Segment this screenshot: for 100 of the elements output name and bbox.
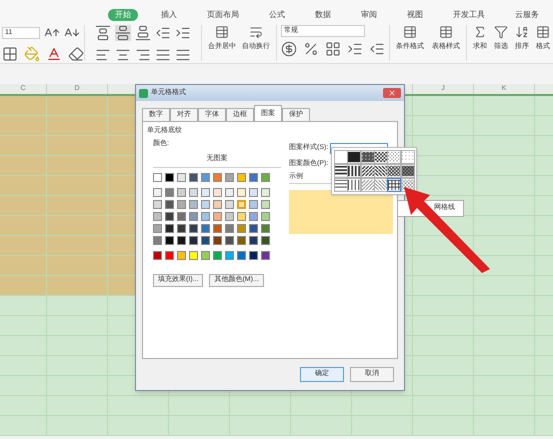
color-swatch[interactable]: [213, 251, 222, 260]
color-swatch[interactable]: [153, 200, 162, 209]
color-swatch[interactable]: [165, 236, 174, 245]
pattern-swatch[interactable]: [388, 165, 400, 177]
color-swatch[interactable]: [189, 173, 198, 182]
color-swatch[interactable]: [189, 212, 198, 221]
pattern-swatch[interactable]: [402, 179, 414, 191]
sort-icon[interactable]: [515, 25, 529, 39]
format-icon[interactable]: [536, 25, 550, 39]
ribbon-tab[interactable]: 审阅: [354, 8, 384, 20]
color-swatch[interactable]: [261, 251, 270, 260]
color-swatch[interactable]: [177, 251, 186, 260]
font-color-icon[interactable]: [46, 46, 62, 62]
color-swatch[interactable]: [177, 212, 186, 221]
color-swatch[interactable]: [237, 251, 246, 260]
pattern-swatch[interactable]: [402, 151, 414, 163]
color-swatch[interactable]: [177, 224, 186, 233]
pattern-swatch[interactable]: [374, 151, 387, 163]
fill-color-icon[interactable]: [24, 46, 40, 62]
table-style-icon[interactable]: [439, 25, 453, 39]
color-swatch[interactable]: [237, 212, 246, 221]
color-swatch[interactable]: [165, 212, 174, 221]
pattern-swatch[interactable]: [348, 179, 360, 191]
color-swatch[interactable]: [201, 188, 210, 197]
wrap-text-icon[interactable]: [249, 25, 263, 39]
indent-decrease-icon[interactable]: [155, 25, 171, 41]
color-swatch[interactable]: [225, 200, 234, 209]
color-swatch[interactable]: [261, 236, 270, 245]
color-swatch[interactable]: [165, 224, 174, 233]
color-swatch[interactable]: [261, 224, 270, 233]
color-swatch[interactable]: [213, 236, 222, 245]
ribbon-tab[interactable]: 公式: [262, 8, 292, 20]
color-swatch[interactable]: [213, 173, 222, 182]
color-swatch[interactable]: [249, 200, 258, 209]
indent-increase-icon[interactable]: [175, 25, 191, 41]
color-swatch[interactable]: [153, 224, 162, 233]
ribbon-tab[interactable]: 插入: [154, 8, 184, 20]
color-swatch[interactable]: [153, 173, 162, 182]
color-swatch[interactable]: [261, 173, 270, 182]
color-swatch[interactable]: [225, 224, 234, 233]
color-swatch[interactable]: [213, 212, 222, 221]
color-swatch[interactable]: [225, 236, 234, 245]
currency-icon[interactable]: [281, 41, 297, 57]
justify-icon[interactable]: [155, 47, 171, 63]
color-swatch[interactable]: [165, 200, 174, 209]
color-swatch[interactable]: [261, 212, 270, 221]
color-swatch[interactable]: [249, 188, 258, 197]
color-swatch[interactable]: [201, 251, 210, 260]
color-swatch[interactable]: [201, 224, 210, 233]
sum-icon[interactable]: [473, 25, 487, 39]
pattern-swatch[interactable]: [362, 151, 374, 163]
ribbon-tab[interactable]: 开发工具: [446, 8, 492, 20]
color-swatch[interactable]: [189, 236, 198, 245]
pattern-swatch[interactable]: [374, 165, 387, 177]
ribbon-tab[interactable]: 云服务: [508, 8, 546, 20]
color-swatch[interactable]: [153, 212, 162, 221]
color-swatch[interactable]: [261, 188, 270, 197]
pattern-swatch[interactable]: [402, 165, 414, 177]
color-swatch[interactable]: [249, 251, 258, 260]
color-swatch[interactable]: [249, 224, 258, 233]
align-right-icon[interactable]: [135, 47, 151, 63]
pattern-swatch[interactable]: [388, 151, 400, 163]
color-swatch[interactable]: [249, 173, 258, 182]
color-swatch[interactable]: [249, 236, 258, 245]
color-swatch[interactable]: [177, 236, 186, 245]
color-swatch[interactable]: [177, 188, 186, 197]
color-swatch[interactable]: [213, 188, 222, 197]
pattern-swatch[interactable]: [335, 179, 347, 191]
eraser-icon[interactable]: [68, 46, 84, 62]
merge-cells-icon[interactable]: [215, 25, 229, 39]
color-swatch[interactable]: [249, 212, 258, 221]
color-swatch[interactable]: [189, 200, 198, 209]
pattern-swatch[interactable]: [335, 165, 347, 177]
color-swatch[interactable]: [189, 251, 198, 260]
border-icon[interactable]: [2, 46, 18, 62]
ribbon-tab[interactable]: 视图: [400, 8, 430, 20]
color-swatch[interactable]: [261, 200, 270, 209]
color-swatch[interactable]: [153, 251, 162, 260]
color-swatch[interactable]: [213, 224, 222, 233]
pattern-swatch[interactable]: [348, 151, 360, 163]
pattern-swatch[interactable]: [374, 179, 387, 191]
filter-icon[interactable]: [494, 25, 508, 39]
close-button[interactable]: [383, 88, 401, 98]
pattern-swatch[interactable]: [362, 179, 374, 191]
color-swatch[interactable]: [201, 173, 210, 182]
align-middle-icon[interactable]: [115, 25, 131, 41]
align-top-icon[interactable]: [95, 25, 111, 41]
color-swatch[interactable]: [189, 224, 198, 233]
color-swatch[interactable]: [165, 251, 174, 260]
color-swatch[interactable]: [237, 224, 246, 233]
pattern-swatch[interactable]: [335, 151, 347, 163]
distribute-icon[interactable]: [175, 47, 191, 63]
ribbon-tab[interactable]: 页面布局: [200, 8, 246, 20]
color-swatch[interactable]: [225, 251, 234, 260]
conditional-format-icon[interactable]: [403, 25, 417, 39]
color-swatch[interactable]: [237, 173, 246, 182]
color-swatch[interactable]: [165, 173, 174, 182]
color-swatch[interactable]: [189, 188, 198, 197]
color-swatch[interactable]: [153, 188, 162, 197]
color-swatch[interactable]: [153, 236, 162, 245]
